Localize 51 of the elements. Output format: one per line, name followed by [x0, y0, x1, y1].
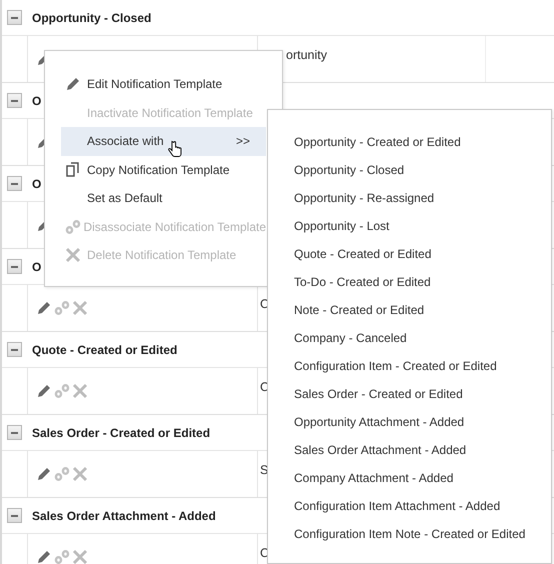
collapse-button[interactable] [7, 176, 22, 191]
collapse-button[interactable] [7, 425, 22, 440]
link-icon [54, 466, 70, 482]
group-title: Quote - Created or Edited [32, 342, 178, 356]
collapse-button[interactable] [7, 342, 22, 357]
menu-item[interactable]: Sales Order Attachment - Added [294, 436, 551, 464]
group-title: Opportunity - Closed [32, 10, 152, 24]
group-title: Sales Order - Created or Edited [32, 426, 210, 440]
link-icon [54, 300, 70, 316]
collapse-button[interactable] [7, 259, 22, 274]
menu-item[interactable]: Opportunity - Closed [294, 156, 551, 184]
group-title: O [32, 176, 42, 190]
table-cell: ortunity [286, 48, 327, 62]
delete-icon [72, 466, 88, 482]
collapse-button[interactable] [7, 508, 22, 523]
copy-icon [65, 162, 81, 178]
delete-icon [72, 549, 88, 564]
menu-item[interactable]: Configuration Item - Created or Edited [294, 352, 551, 380]
menu-item[interactable]: Set as Default [61, 184, 266, 212]
menu-item[interactable]: Company Attachment - Added [294, 464, 551, 492]
menu-item[interactable]: Sales Order - Created or Edited [294, 380, 551, 408]
menu-item[interactable]: Configuration Item Note - Created or Edited [294, 520, 551, 548]
edit-icon[interactable] [36, 383, 52, 399]
menu-item[interactable]: Associate with >> [61, 127, 266, 156]
group-title: Sales Order Attachment - Added [32, 508, 216, 522]
edit-icon[interactable] [36, 466, 52, 482]
menu-item[interactable]: Note - Created or Edited [294, 296, 551, 324]
menu-item[interactable]: Opportunity - Lost [294, 212, 551, 240]
menu-item[interactable]: Copy Notification Template [61, 156, 266, 184]
menu-item[interactable]: Company - Canceled [294, 324, 551, 352]
collapse-button[interactable] [7, 93, 22, 108]
pencil-icon [65, 76, 81, 92]
link-icon [65, 218, 81, 235]
menu-item[interactable]: Configuration Item Attachment - Added [294, 492, 551, 520]
menu-item[interactable]: Opportunity - Re-assigned [294, 184, 551, 212]
link-icon [54, 383, 70, 399]
menu-item[interactable]: To-Do - Created or Edited [294, 268, 551, 296]
menu-item[interactable]: Edit Notification Template [61, 70, 266, 98]
edit-icon[interactable] [36, 300, 52, 316]
link-icon [54, 549, 70, 564]
group-title: O [32, 94, 42, 108]
menu-item[interactable]: Opportunity - Created or Edited [294, 128, 551, 156]
delete-icon [72, 300, 88, 316]
menu-item[interactable]: Opportunity Attachment - Added [294, 408, 551, 436]
menu-item[interactable]: Quote - Created or Edited [294, 240, 551, 268]
delete-icon [72, 383, 88, 399]
group-title: O [32, 260, 42, 274]
hand-cursor-icon [168, 140, 182, 158]
edit-icon[interactable] [36, 549, 52, 564]
delete-icon [65, 247, 81, 264]
collapse-button[interactable] [7, 10, 22, 25]
